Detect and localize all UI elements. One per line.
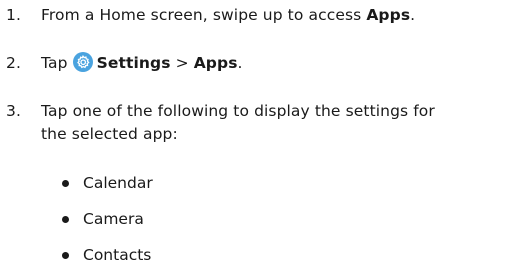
bullet-icon [62, 180, 69, 187]
bullet-icon [62, 252, 69, 259]
step-number: 1. [6, 6, 21, 24]
step-text-line: Tap one of the following to display the … [41, 102, 435, 120]
step-text-plain: From a Home screen, swipe up to access [41, 6, 367, 24]
apps-label: Apps [193, 54, 238, 72]
app-name: Camera [83, 210, 144, 228]
app-name: Calendar [83, 174, 153, 192]
step-text-punct: . [237, 54, 243, 72]
app-name: Contacts [83, 246, 152, 264]
step-text: From a Home screen, swipe up to access A… [41, 4, 511, 27]
step-text: Tap one of the following to display the … [41, 100, 511, 146]
settings-label: Settings [96, 54, 171, 72]
step-number: 3. [6, 102, 21, 120]
settings-gear-icon [72, 52, 93, 72]
step-text-plain: Tap [41, 54, 73, 72]
breadcrumb-separator: > [170, 54, 194, 72]
apps-label: Apps [366, 6, 411, 24]
step-number: 2. [6, 54, 21, 72]
bullet-icon [62, 216, 69, 223]
step-text-line: the selected app: [41, 125, 178, 143]
step-text-punct: . [410, 6, 416, 24]
step-text: Tap Settings > Apps. [41, 52, 511, 75]
